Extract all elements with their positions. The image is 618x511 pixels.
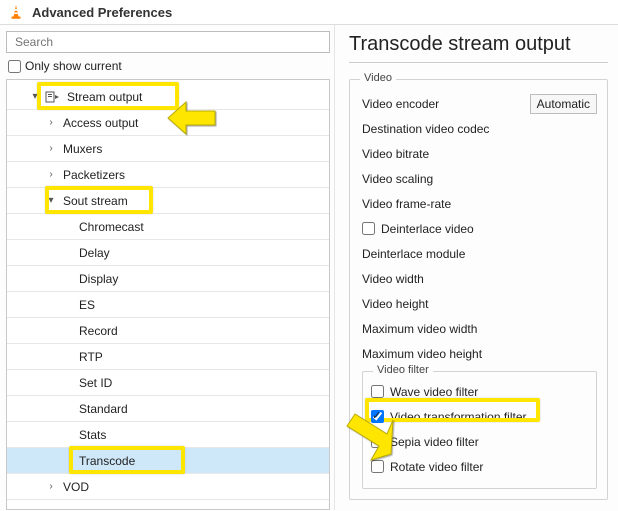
label-max-width: Maximum video width	[362, 322, 597, 336]
tree-row-record[interactable]: Record	[7, 318, 329, 344]
label-video-encoder: Video encoder	[362, 97, 530, 111]
tree-label: Display	[77, 272, 118, 286]
label-bitrate: Video bitrate	[362, 147, 597, 161]
video-filter-legend: Video filter	[373, 364, 433, 376]
tree-label: Standard	[77, 402, 128, 416]
tree-label: Packetizers	[61, 168, 125, 182]
row-deinterlace[interactable]: Deinterlace video	[362, 217, 597, 240]
video-group-legend: Video	[360, 72, 396, 84]
row-max-width: Maximum video width	[362, 317, 597, 340]
right-column: Transcode stream output Video Video enco…	[335, 25, 618, 510]
label-height: Video height	[362, 297, 597, 311]
row-width: Video width	[362, 267, 597, 290]
row-scaling: Video scaling	[362, 167, 597, 190]
label-filter-transform: Video transformation filter	[390, 410, 588, 424]
chevron-right-icon[interactable]: ›	[45, 117, 57, 128]
tree-row-transcode[interactable]: Transcode	[7, 448, 329, 474]
stream-output-icon	[45, 90, 59, 104]
tree-row-display[interactable]: Display	[7, 266, 329, 292]
tree-label: Delay	[77, 246, 110, 260]
chevron-right-icon[interactable]: ›	[45, 169, 57, 180]
label-max-height: Maximum video height	[362, 347, 597, 361]
row-filter-sepia[interactable]: Sepia video filter	[371, 430, 588, 453]
row-height: Video height	[362, 292, 597, 315]
combo-video-encoder[interactable]: Automatic	[530, 94, 597, 114]
content-area: Only show current ▾ Stream output › Acce…	[0, 25, 618, 510]
tree-label: Sout stream	[61, 194, 128, 208]
tree-label: VOD	[61, 480, 89, 494]
combo-value: Automatic	[537, 97, 590, 111]
row-video-encoder: Video encoder Automatic	[362, 92, 597, 115]
checkbox-filter-sepia[interactable]	[371, 435, 384, 448]
only-show-current-label: Only show current	[25, 59, 122, 73]
tree-label: Transcode	[77, 454, 135, 468]
category-tree[interactable]: ▾ Stream output › Access output › Muxers…	[6, 79, 330, 510]
tree-row-rtp[interactable]: RTP	[7, 344, 329, 370]
tree-row-delay[interactable]: Delay	[7, 240, 329, 266]
tree-label: ES	[77, 298, 95, 312]
label-filter-sepia: Sepia video filter	[390, 435, 588, 449]
row-filter-transform[interactable]: ✓ Video transformation filter	[371, 405, 588, 428]
search-input-wrap[interactable]	[6, 31, 330, 53]
tree-label: Chromecast	[77, 220, 144, 234]
tree-row-set-id[interactable]: Set ID	[7, 370, 329, 396]
page-title: Transcode stream output	[349, 33, 608, 56]
only-show-current-checkbox[interactable]	[8, 60, 21, 73]
video-group: Video Video encoder Automatic Destinatio…	[349, 79, 608, 500]
label-framerate: Video frame-rate	[362, 197, 597, 211]
tree-label: RTP	[77, 350, 103, 364]
row-max-height: Maximum video height	[362, 342, 597, 365]
checkbox-filter-wave[interactable]	[371, 385, 384, 398]
row-dest-codec: Destination video codec	[362, 117, 597, 140]
row-framerate: Video frame-rate	[362, 192, 597, 215]
tree-row-sout-stream[interactable]: ▾ Sout stream	[7, 188, 329, 214]
checkbox-filter-rotate[interactable]	[371, 460, 384, 473]
chevron-right-icon[interactable]: ›	[45, 143, 57, 154]
tree-row-chromecast[interactable]: Chromecast	[7, 214, 329, 240]
video-filter-group: Video filter Wave video filter ✓ Video t…	[362, 371, 597, 489]
separator	[349, 62, 608, 63]
tree-row-access-output[interactable]: › Access output	[7, 110, 329, 136]
vlc-cone-icon	[8, 4, 24, 20]
tree-label: Record	[77, 324, 118, 338]
left-column: Only show current ▾ Stream output › Acce…	[0, 25, 335, 510]
tree-label: Set ID	[77, 376, 112, 390]
label-deint-module: Deinterlace module	[362, 247, 597, 261]
checkbox-deinterlace[interactable]	[362, 222, 375, 235]
row-filter-wave[interactable]: Wave video filter	[371, 380, 588, 403]
titlebar: Advanced Preferences	[0, 0, 618, 25]
label-filter-rotate: Rotate video filter	[390, 460, 588, 474]
label-width: Video width	[362, 272, 597, 286]
tree-label: Muxers	[61, 142, 102, 156]
tree-label: Stats	[77, 428, 106, 442]
tree-row-stream-output[interactable]: ▾ Stream output	[7, 84, 329, 110]
label-scaling: Video scaling	[362, 172, 597, 186]
checkbox-filter-transform[interactable]	[371, 410, 384, 423]
search-input[interactable]	[13, 34, 323, 50]
label-deinterlace: Deinterlace video	[381, 222, 597, 236]
chevron-right-icon[interactable]: ›	[45, 481, 57, 492]
tree-label: Stream output	[65, 90, 142, 104]
only-show-current-row[interactable]: Only show current	[6, 59, 330, 73]
window-title: Advanced Preferences	[32, 5, 172, 20]
tree-row-stats[interactable]: Stats	[7, 422, 329, 448]
tree-row-standard[interactable]: Standard	[7, 396, 329, 422]
chevron-down-icon[interactable]: ▾	[45, 195, 57, 206]
tree-row-packetizers[interactable]: › Packetizers	[7, 162, 329, 188]
row-deint-module: Deinterlace module	[362, 242, 597, 265]
row-filter-rotate[interactable]: Rotate video filter	[371, 455, 588, 478]
tree-row-muxers[interactable]: › Muxers	[7, 136, 329, 162]
label-filter-wave: Wave video filter	[390, 385, 588, 399]
row-bitrate: Video bitrate	[362, 142, 597, 165]
tree-label: Access output	[61, 116, 138, 130]
tree-row-es[interactable]: ES	[7, 292, 329, 318]
tree-row-vod[interactable]: › VOD	[7, 474, 329, 500]
label-dest-codec: Destination video codec	[362, 122, 597, 136]
chevron-down-icon[interactable]: ▾	[29, 91, 41, 102]
